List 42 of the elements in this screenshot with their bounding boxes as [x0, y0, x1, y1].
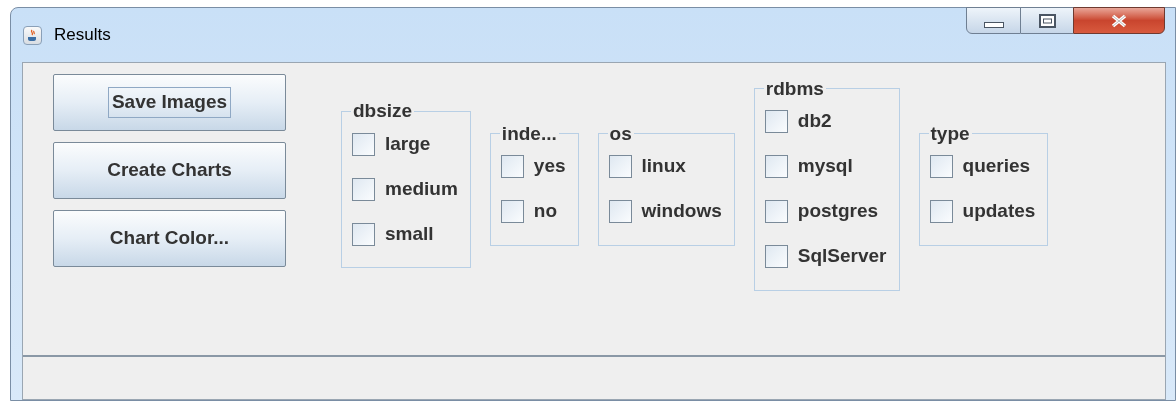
checkbox[interactable]: postgres [764, 188, 887, 235]
checkbox-box[interactable] [352, 222, 375, 246]
checkbox-box[interactable] [352, 177, 375, 201]
checkbox[interactable]: medium [352, 166, 458, 212]
checkbox-box[interactable] [500, 200, 524, 223]
action-button[interactable]: Create Charts [53, 142, 286, 199]
checkbox-box[interactable] [608, 155, 632, 178]
window-title: Results [54, 24, 111, 47]
checkbox[interactable]: windows [608, 188, 722, 235]
checkbox[interactable]: linux [608, 143, 722, 190]
action-button[interactable]: Save Images [53, 74, 286, 131]
checkbox[interactable]: no [500, 188, 566, 235]
checkbox-box[interactable] [608, 200, 632, 223]
checkbox[interactable]: SqlServer [764, 233, 887, 280]
checkbox[interactable]: yes [500, 143, 566, 190]
checkbox-box[interactable] [929, 200, 953, 223]
checkbox-box[interactable] [764, 155, 788, 178]
group-title: os [608, 122, 633, 145]
close-icon [1110, 13, 1128, 28]
checkbox[interactable]: updates [929, 188, 1036, 235]
checkbox[interactable]: db2 [764, 98, 887, 145]
group-title: dbsize [352, 100, 414, 122]
checkbox-box[interactable] [764, 245, 788, 268]
checkbox-box[interactable] [500, 155, 524, 178]
minimize-button[interactable] [966, 7, 1021, 34]
checkbox-box[interactable] [764, 200, 788, 223]
action-button[interactable]: Chart Color... [53, 210, 286, 267]
group-title: rdbms [764, 77, 825, 100]
checkbox-box[interactable] [929, 155, 953, 178]
minimize-icon [983, 21, 1004, 28]
checkbox[interactable]: large [352, 121, 458, 167]
checkbox-box[interactable] [764, 110, 788, 133]
app-icon[interactable] [23, 25, 42, 45]
close-button[interactable] [1073, 7, 1165, 34]
group-title: type [929, 122, 971, 145]
checkbox[interactable]: small [352, 211, 458, 257]
checkbox[interactable]: queries [929, 143, 1036, 190]
group-title: inde... [500, 122, 558, 145]
checkbox[interactable]: mysql [764, 143, 887, 190]
maximize-icon [1038, 13, 1056, 28]
maximize-button[interactable] [1021, 7, 1073, 34]
checkbox-box[interactable] [352, 132, 375, 156]
